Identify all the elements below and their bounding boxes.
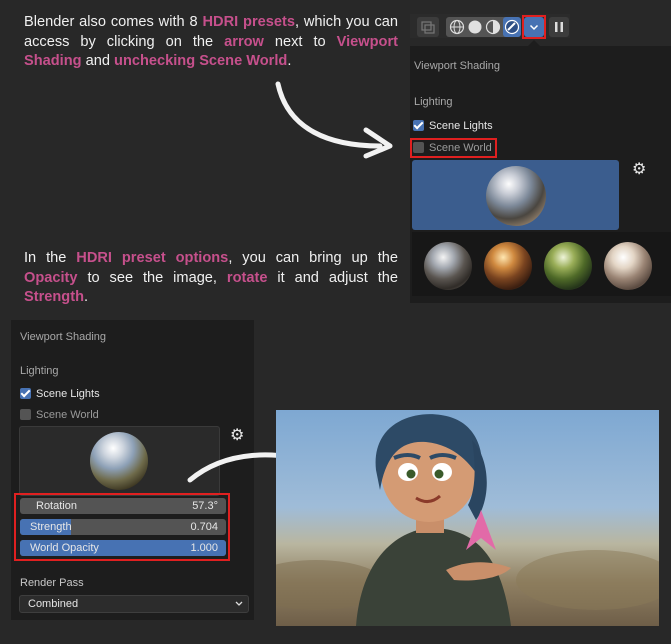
render-pass-dropdown[interactable]: Combined <box>19 595 249 613</box>
scene-world-checkbox-bottom[interactable] <box>20 409 31 420</box>
paragraph-text: Blender also comes with 8 <box>24 14 203 30</box>
strength-value: 0.704 <box>190 521 218 533</box>
solid-shading-icon[interactable] <box>467 19 483 35</box>
rotation-slider[interactable]: Rotation 57.3° <box>20 498 226 514</box>
hdri-preset-interior[interactable] <box>484 242 532 290</box>
wireframe-shading-icon[interactable] <box>449 19 465 35</box>
pointer-arrow-1 <box>275 81 393 159</box>
paragraph-text: . <box>287 53 292 69</box>
render-pass-value: Combined <box>28 598 79 610</box>
scene-lights-label-bottom: Scene Lights <box>36 388 100 400</box>
world-opacity-label: World Opacity <box>30 542 99 554</box>
hdri-preview-ball-selected <box>486 166 546 226</box>
highlighted-term: Strength <box>24 289 84 305</box>
highlighted-term: unchecking Scene World <box>114 53 288 69</box>
popover-title: Viewport Shading <box>414 60 501 72</box>
highlighted-term: HDRI preset options <box>76 250 229 266</box>
rotation-label: Rotation <box>36 500 77 512</box>
overlay-toggle-icon[interactable] <box>417 17 439 37</box>
paragraph-text: . <box>84 289 89 305</box>
hdri-preset-studio[interactable] <box>604 242 652 290</box>
paragraph-text: it and adjust the <box>267 269 398 286</box>
paragraph-text: to see the image, <box>77 269 227 286</box>
paragraph-text: In the <box>24 250 77 266</box>
paragraph-text: next to <box>263 33 337 50</box>
material-preview-icon[interactable] <box>485 19 501 35</box>
character-illustration <box>276 414 659 626</box>
paragraph-text: , you can bring up the <box>228 250 398 266</box>
scene-lights-checkbox[interactable] <box>413 120 424 131</box>
lighting-heading-bottom: Lighting <box>20 365 59 377</box>
highlighted-term: HDRI presets <box>202 14 295 30</box>
paragraph-text: and <box>81 53 115 69</box>
arrow-highlight-box <box>522 15 546 39</box>
lighting-heading: Lighting <box>414 96 453 108</box>
scene-lights-label: Scene Lights <box>429 120 493 132</box>
render-preview-image <box>276 410 659 626</box>
highlighted-term: arrow <box>224 33 264 50</box>
pause-icon[interactable] <box>549 17 569 37</box>
scene-world-label-bottom: Scene World <box>36 409 99 421</box>
strength-label: Strength <box>30 521 72 533</box>
scene-lights-checkbox-bottom[interactable] <box>20 388 31 399</box>
world-opacity-slider[interactable]: World Opacity 1.000 <box>20 540 226 556</box>
render-pass-label: Render Pass <box>20 577 84 589</box>
popover-title-bottom: Viewport Shading <box>20 331 107 343</box>
rendered-shading-icon[interactable] <box>503 17 521 37</box>
tutorial-paragraph-2: In the HDRI preset options, you can brin… <box>24 249 398 308</box>
tutorial-paragraph-1: Blender also comes with 8 HDRI presets, … <box>24 13 398 72</box>
highlighted-term: rotate <box>226 269 268 286</box>
chevron-down-icon <box>234 596 244 617</box>
hdri-preset-forest[interactable] <box>544 242 592 290</box>
rotation-value: 57.3° <box>192 500 218 512</box>
world-opacity-value: 1.000 <box>190 542 218 554</box>
hdri-settings-gear-icon[interactable]: ⚙ <box>632 162 646 178</box>
highlighted-term: Opacity <box>24 269 78 286</box>
strength-slider[interactable]: Strength 0.704 <box>20 519 226 535</box>
hdri-preview-ball-bottom <box>90 432 148 490</box>
hdri-preset-city[interactable] <box>424 242 472 290</box>
scene-world-highlight-box <box>410 138 497 158</box>
